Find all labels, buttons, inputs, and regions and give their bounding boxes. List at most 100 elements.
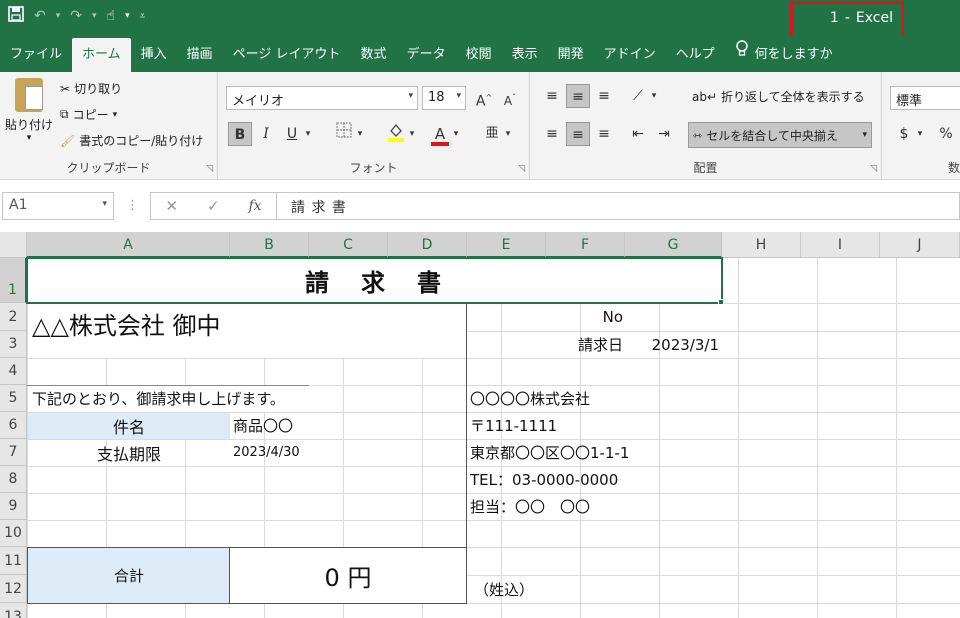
currency-button[interactable]: $ (892, 122, 916, 146)
title-bar: ↶ ▾ ↷ ▾ ☝ ▾ ⩡ 1- Excel (0, 0, 960, 41)
tab-view[interactable]: 表示 (502, 38, 548, 72)
tab-insert[interactable]: 挿入 (131, 38, 177, 72)
wrap-text-button[interactable]: ab↵ 折り返して全体を表示する (692, 88, 865, 105)
decrease-font-size-icon[interactable]: Aˇ (498, 86, 522, 110)
font-name-combo[interactable]: メイリオ ▾ (226, 86, 418, 110)
row-header-1[interactable]: 1 (0, 258, 27, 303)
number-format-combo[interactable]: 標準 (890, 86, 960, 110)
increase-indent-icon[interactable]: ⇥ (652, 122, 676, 146)
column-header-i[interactable]: I (801, 232, 880, 258)
italic-button[interactable]: I (254, 122, 278, 146)
row-header-6[interactable]: 6 (0, 412, 27, 439)
align-bottom-icon[interactable]: ≡ (592, 84, 616, 108)
row-header-3[interactable]: 3 (0, 331, 27, 358)
row-header-9[interactable]: 9 (0, 493, 27, 520)
customize-qat-icon[interactable]: ⩡ (140, 11, 146, 22)
row-header-8[interactable]: 8 (0, 466, 27, 493)
orientation-icon[interactable]: ⟋ (626, 84, 650, 108)
copy-dropdown-icon[interactable]: ▾ (113, 110, 118, 120)
row-header-11[interactable]: 11 (0, 547, 27, 575)
tab-file[interactable]: ファイル (0, 38, 72, 72)
borders-dropdown-icon[interactable]: ▾ (354, 122, 366, 146)
tab-page-layout[interactable]: ページ レイアウト (223, 38, 351, 72)
number-format-value: 標準 (896, 94, 923, 109)
column-header-j[interactable]: J (880, 232, 960, 258)
undo-icon[interactable]: ↶ (34, 8, 46, 24)
more-options-icon[interactable]: ⋮ (126, 198, 139, 213)
row-header-5[interactable]: 5 (0, 385, 27, 412)
underline-button[interactable]: U (280, 122, 304, 146)
column-header-f[interactable]: F (546, 232, 625, 258)
copy-button[interactable]: ⧉ コピー ▾ (60, 106, 117, 123)
font-color-icon[interactable]: A (428, 122, 452, 146)
column-header-c[interactable]: C (309, 232, 388, 258)
name-box[interactable]: A1 ▾ (2, 192, 114, 220)
insert-function-icon[interactable]: fx (248, 198, 261, 214)
column-header-d[interactable]: D (388, 232, 467, 258)
row-header-12[interactable]: 12 (0, 575, 27, 603)
column-header-g[interactable]: G (625, 232, 722, 258)
column-header-a[interactable]: A (27, 232, 230, 258)
phonetic-guide-icon[interactable]: 亜 (480, 122, 504, 146)
align-middle-icon[interactable]: ≡ (566, 84, 590, 108)
increase-font-size-icon[interactable]: A^ (472, 86, 496, 110)
row-header-7[interactable]: 7 (0, 439, 27, 466)
row-header-4[interactable]: 4 (0, 358, 27, 385)
undo-dropdown-icon[interactable]: ▾ (56, 11, 61, 21)
tab-draw[interactable]: 描画 (177, 38, 223, 72)
lightbulb-icon (735, 38, 749, 72)
currency-dropdown-icon[interactable]: ▾ (914, 122, 926, 146)
formula-input[interactable]: 請 求 書 (276, 192, 960, 220)
row-header-2[interactable]: 2 (0, 303, 27, 331)
formula-actions: ✕ ✓ fx (150, 192, 276, 220)
fill-color-icon[interactable] (384, 122, 408, 146)
align-left-icon[interactable]: ≡ (540, 122, 564, 146)
alignment-launcher-icon[interactable]: ◹ (870, 164, 877, 174)
borders-icon[interactable] (332, 122, 356, 146)
format-painter-button[interactable]: 🖌 書式のコピー/貼り付け (60, 132, 203, 149)
tab-addins[interactable]: アドイン (594, 38, 666, 72)
touch-mode-icon[interactable]: ☝ (107, 8, 116, 24)
tab-home[interactable]: ホーム (72, 38, 131, 72)
font-launcher-icon[interactable]: ◹ (518, 164, 525, 174)
phonetic-dropdown-icon[interactable]: ▾ (502, 122, 514, 146)
column-header-e[interactable]: E (467, 232, 546, 258)
tab-formulas[interactable]: 数式 (351, 38, 397, 72)
column-header-b[interactable]: B (230, 232, 309, 258)
align-top-icon[interactable]: ≡ (540, 84, 564, 108)
redo-dropdown-icon[interactable]: ▾ (92, 11, 97, 21)
touch-dropdown-icon[interactable]: ▾ (125, 11, 130, 21)
clipboard-launcher-icon[interactable]: ◹ (206, 164, 213, 174)
decrease-indent-icon[interactable]: ⇤ (626, 122, 650, 146)
tab-developer[interactable]: 開発 (548, 38, 594, 72)
paste-button[interactable]: 貼り付け ▾ (4, 78, 54, 143)
align-right-icon[interactable]: ≡ (592, 122, 616, 146)
font-color-dropdown-icon[interactable]: ▾ (450, 122, 462, 146)
enter-icon[interactable]: ✓ (207, 197, 220, 215)
cancel-icon[interactable]: ✕ (165, 197, 178, 215)
select-all-button[interactable] (0, 232, 27, 258)
column-header-h[interactable]: H (722, 232, 801, 258)
underline-dropdown-icon[interactable]: ▾ (302, 122, 314, 146)
save-icon[interactable] (8, 6, 24, 26)
fill-color-dropdown-icon[interactable]: ▾ (406, 122, 418, 146)
bold-button[interactable]: B (228, 122, 252, 146)
align-center-icon[interactable]: ≡ (566, 122, 590, 146)
row-header-10[interactable]: 10 (0, 520, 27, 547)
tab-data[interactable]: データ (397, 38, 456, 72)
merge-dropdown-icon[interactable]: ▾ (862, 130, 867, 140)
orientation-dropdown-icon[interactable]: ▾ (648, 84, 660, 108)
merge-center-button[interactable]: ⇿ セルを結合して中央揃え ▾ (688, 122, 872, 148)
tab-review[interactable]: 校閲 (456, 38, 502, 72)
border-line (466, 547, 467, 603)
percent-button[interactable]: % (934, 122, 958, 146)
date-value: 2023/3/1 (651, 335, 719, 354)
paste-dropdown-icon[interactable]: ▾ (4, 133, 54, 143)
tell-me-search[interactable]: 何をしますか (725, 38, 843, 72)
font-size-combo[interactable]: 18 ▾ (422, 86, 466, 110)
row-header-13[interactable]: 13 (0, 603, 27, 618)
tab-help[interactable]: ヘルプ (666, 38, 725, 72)
redo-icon[interactable]: ↷ (70, 8, 82, 24)
cut-button[interactable]: ✂ 切り取り (60, 80, 122, 97)
file-name: 1 (829, 10, 839, 26)
